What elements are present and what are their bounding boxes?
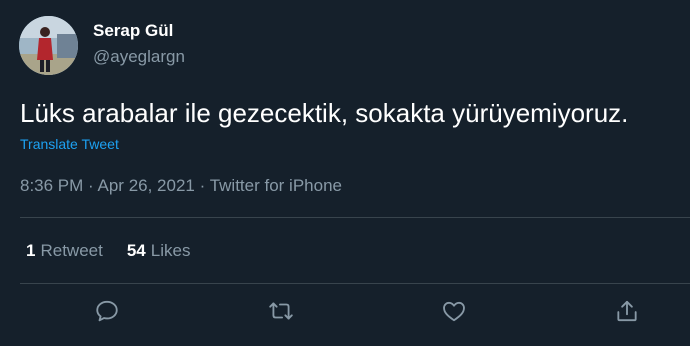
retweets-stat[interactable]: 1 Retweet (26, 241, 103, 261)
reply-icon (96, 300, 118, 322)
meta-separator: · (88, 176, 94, 195)
like-button[interactable] (439, 296, 469, 326)
translate-tweet-link[interactable]: Translate Tweet (20, 136, 119, 152)
share-icon (617, 300, 637, 322)
retweet-button[interactable] (266, 296, 296, 326)
like-icon (443, 301, 465, 322)
avatar-photo (19, 16, 78, 75)
avatar[interactable] (19, 16, 78, 75)
author-name[interactable]: Serap Gül (93, 21, 173, 41)
divider (20, 217, 690, 218)
share-button[interactable] (612, 296, 642, 326)
tweet-meta: 8:36 PM · Apr 26, 2021 · Twitter for iPh… (20, 176, 342, 196)
tweet-text: Lüks arabalar ile gezecektik, sokakta yü… (20, 98, 629, 128)
retweets-label: Retweet (40, 241, 103, 260)
likes-count: 54 (126, 241, 146, 260)
likes-stat[interactable]: 54 Likes (127, 241, 191, 261)
tweet-stats: 1 Retweet 54 Likes (26, 241, 190, 261)
likes-label: Likes (150, 241, 191, 260)
reply-button[interactable] (92, 296, 122, 326)
retweet-icon (269, 302, 293, 320)
tweet-time[interactable]: 8:36 PM (20, 176, 83, 195)
author-handle[interactable]: @ayeglargn (93, 47, 185, 67)
retweets-count: 1 (26, 241, 36, 260)
action-bar (0, 296, 690, 326)
tweet-date[interactable]: Apr 26, 2021 (98, 176, 195, 195)
meta-separator: · (199, 176, 206, 195)
divider (20, 283, 690, 284)
tweet-card: Serap Gül @ayeglargn Lüks arabalar ile g… (0, 0, 690, 346)
tweet-source[interactable]: Twitter for iPhone (210, 176, 342, 195)
